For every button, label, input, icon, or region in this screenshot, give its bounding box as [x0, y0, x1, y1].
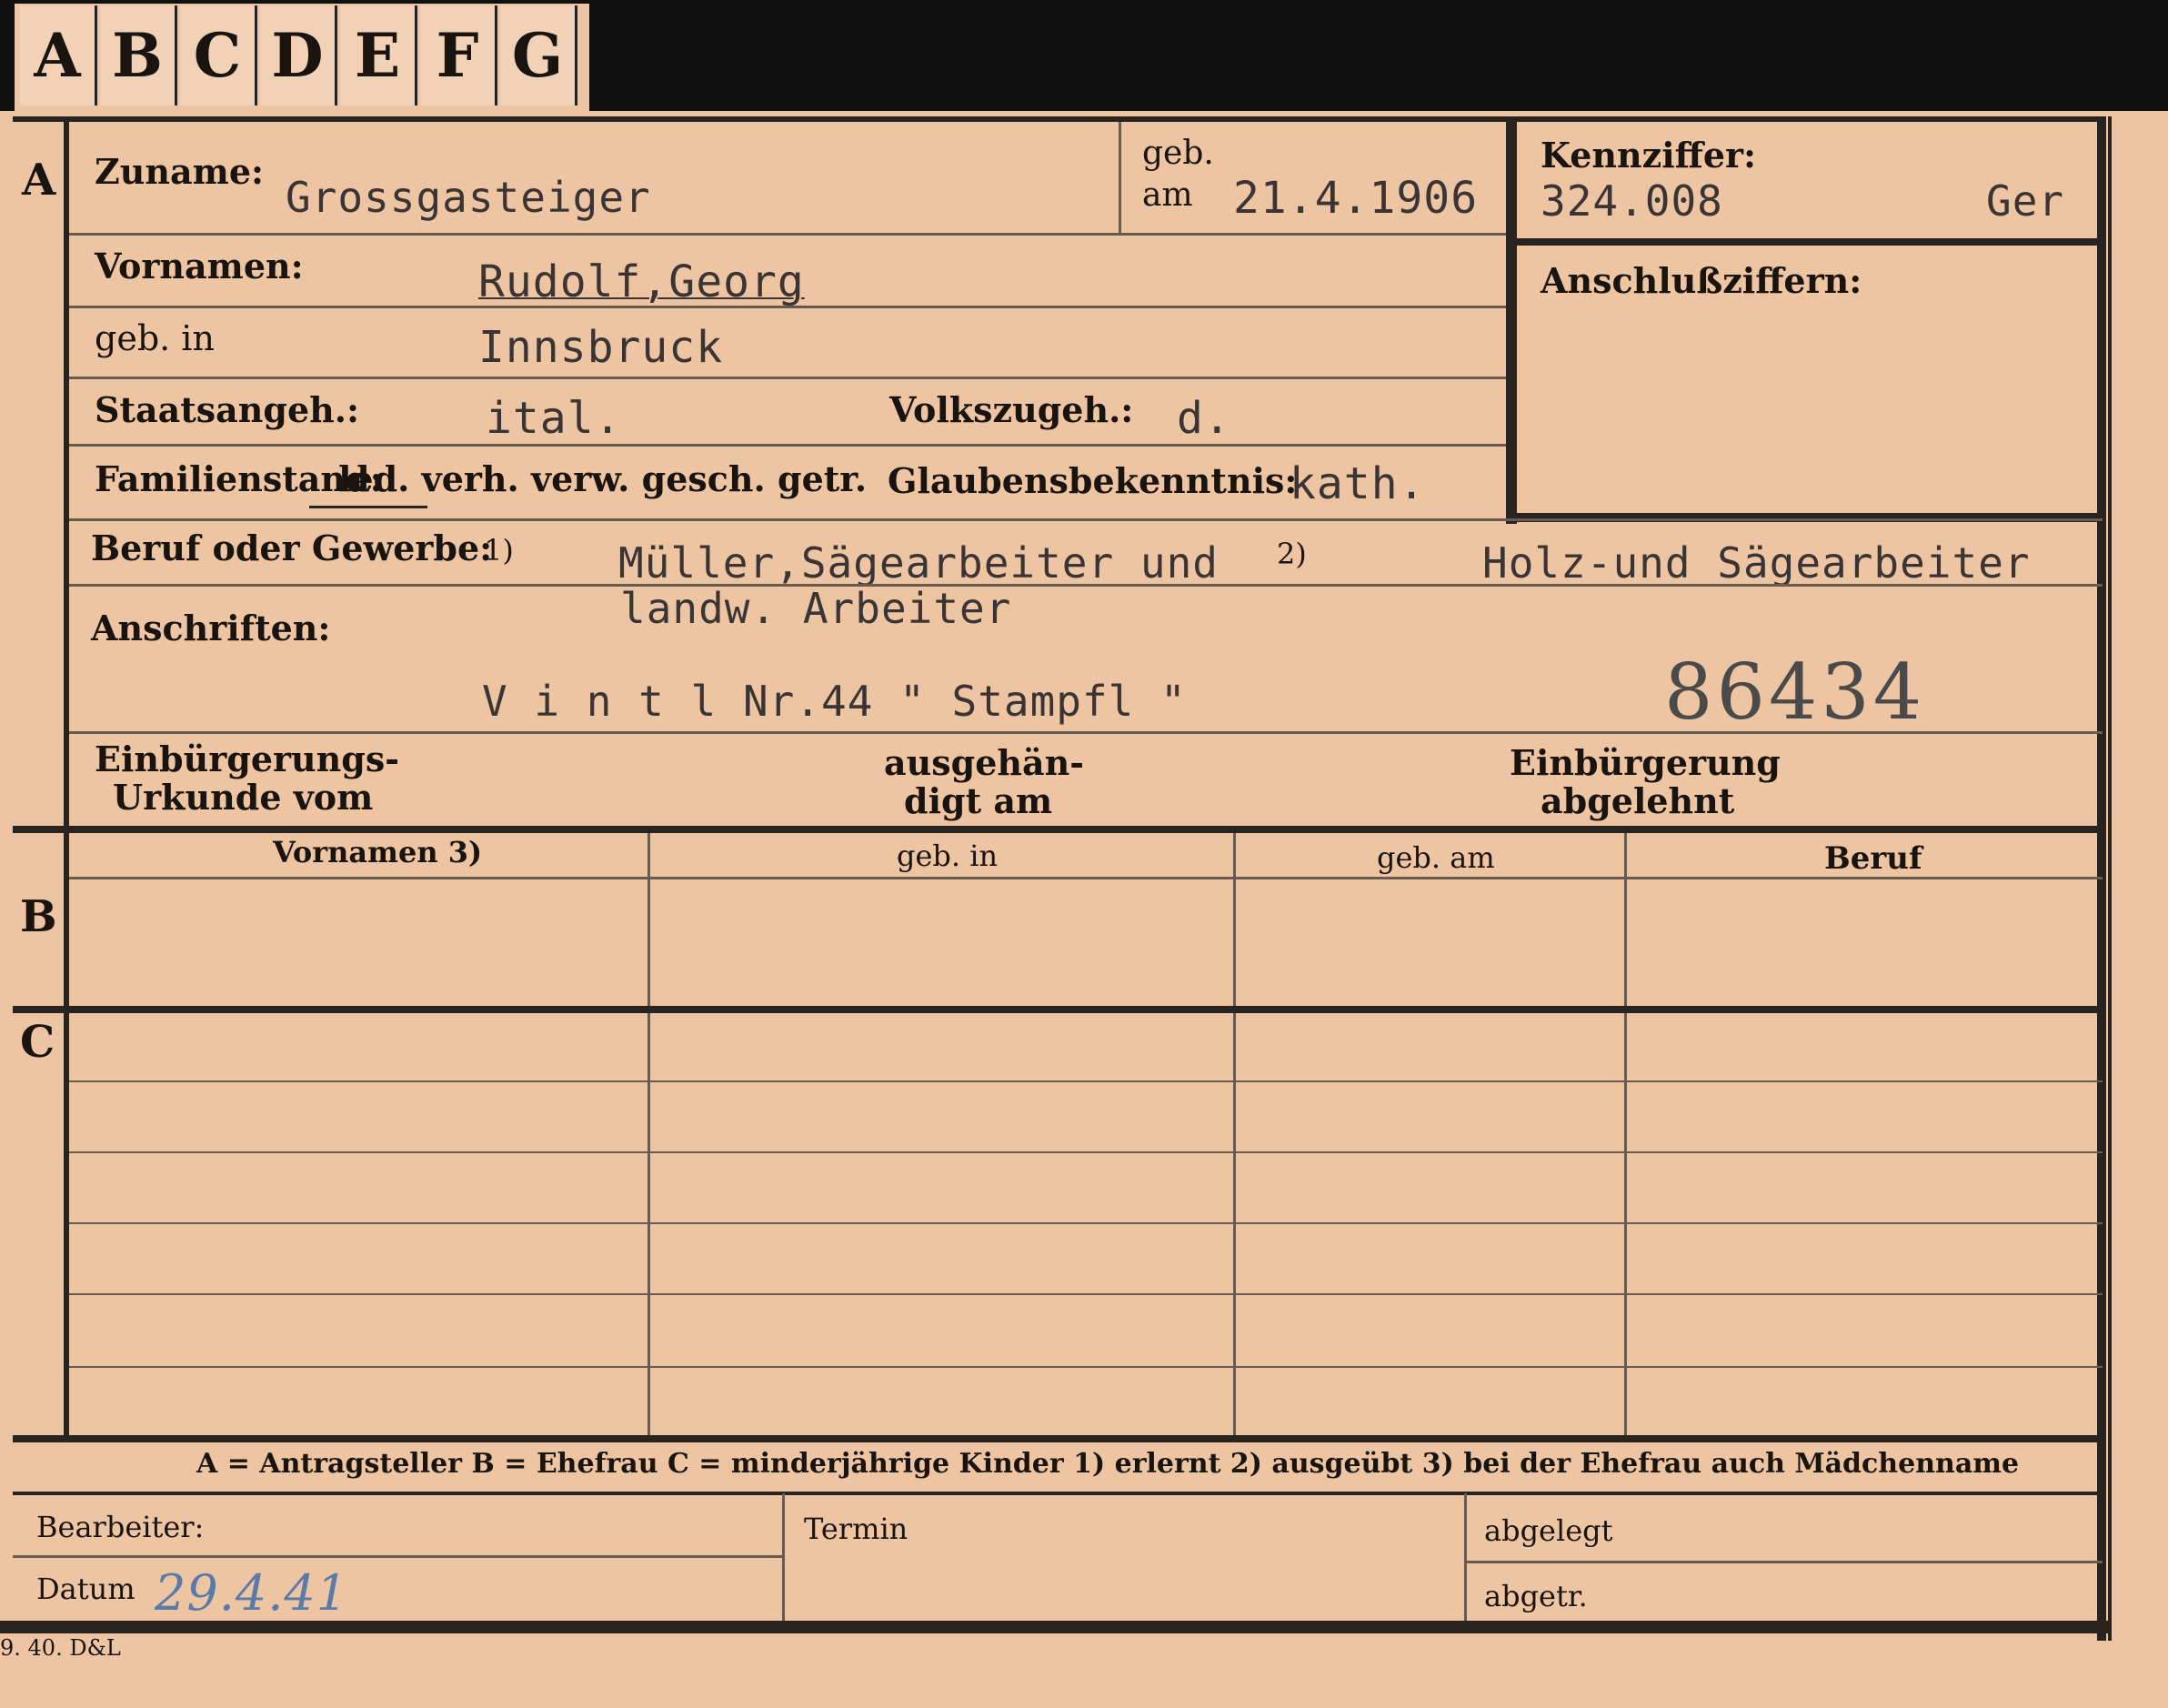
left-border-bc: [64, 826, 69, 1435]
surname-label: Zuname:: [95, 151, 265, 192]
left-border-a: [64, 116, 69, 826]
footer-divider-1: [782, 1493, 785, 1621]
born-label-1: geb.: [1142, 135, 1214, 172]
first-names-label: Vornamen:: [95, 246, 304, 286]
c-row-line-3: [69, 1222, 2103, 1224]
removed-label: abgetr.: [1484, 1579, 1588, 1613]
surname-vertical-divider: [1119, 122, 1121, 233]
handed-out-label-2: digt am: [904, 780, 1053, 821]
col-header-birthplace: geb. in: [897, 839, 999, 873]
index-tab-e[interactable]: E: [340, 5, 417, 105]
date-value: 29.4.41: [155, 1564, 349, 1622]
row-line-6: [69, 584, 2103, 587]
footer-divider-2: [1464, 1493, 1467, 1621]
c-row-line-2: [69, 1151, 2103, 1153]
section-b-top-border: [13, 826, 2103, 833]
row-line-7: [69, 731, 2103, 734]
row-line-4: [69, 444, 1506, 447]
section-b-marker: B: [20, 891, 57, 942]
born-label-2: am: [1142, 176, 1193, 214]
legend-bottom-border: [13, 1492, 2103, 1495]
footnote-1-ref: 1): [484, 533, 514, 568]
row-line-1: [69, 233, 1506, 236]
naturalization-doc-label-2: Urkunde vom: [113, 777, 374, 818]
footer-row-line-right: [1466, 1561, 2103, 1563]
address-value: V i n t l Nr.44 " Stampfl ": [482, 677, 1187, 726]
reference-box-left: [1506, 122, 1517, 524]
index-tab-d[interactable]: D: [260, 5, 337, 105]
reference-number: 324.008: [1541, 176, 1723, 226]
print-code: 9. 40. D&L: [0, 1635, 121, 1661]
marital-underline: [309, 506, 427, 508]
occupation-practised: Holz-und Sägearbeiter: [1482, 538, 2031, 588]
naturalization-refused-label-2: abgelehnt: [1541, 780, 1735, 821]
index-tab-a[interactable]: A: [20, 5, 97, 105]
naturalization-refused-label-1: Einbürgerung: [1510, 742, 1781, 783]
right-margin-paper: [2112, 116, 2168, 1708]
index-tab-g[interactable]: G: [500, 5, 577, 105]
c-row-line-1: [69, 1080, 2103, 1082]
c-row-line-4: [69, 1293, 2103, 1295]
occupation-learned: Müller,Sägearbeiter und: [618, 538, 1219, 588]
citizenship-label: Staatsangeh.:: [95, 389, 360, 430]
deadline-label: Termin: [804, 1512, 908, 1546]
occupation-label: Beruf oder Gewerbe:: [91, 527, 493, 568]
section-c-top-border: [13, 1006, 2103, 1013]
section-c-marker: C: [20, 1017, 55, 1068]
citizenship-value: ital.: [486, 393, 622, 444]
religion-value: kath.: [1290, 458, 1426, 509]
row-line-5: [69, 518, 2103, 521]
legend-top-border: [13, 1435, 2103, 1442]
birthplace-value: Innsbruck: [478, 322, 724, 373]
card-bottom-border: [0, 1621, 2112, 1633]
index-tab-c[interactable]: C: [180, 5, 257, 105]
footnote-2-ref: 2): [1277, 537, 1307, 571]
ethnicity-label: Volkszugeh.:: [889, 389, 1134, 430]
stamp-number: 86434: [1664, 648, 1926, 737]
footer-row-line-left: [13, 1555, 782, 1558]
legend-text: A = Antragsteller B = Ehefrau C = minder…: [196, 1448, 2020, 1480]
row-line-2: [69, 306, 1506, 308]
filed-label: abgelegt: [1484, 1513, 1613, 1548]
religion-label: Glaubensbekenntnis:: [888, 460, 1298, 501]
index-tab-b[interactable]: B: [100, 5, 177, 105]
index-tab-f[interactable]: F: [420, 5, 497, 105]
ethnicity-value: d.: [1177, 393, 1231, 444]
marital-options: led. verh. verw. gesch. getr.: [338, 458, 868, 499]
registration-card: A B C D E F G A Zuname: Grossgasteiger g…: [0, 0, 2168, 1708]
birthplace-label: geb. in: [95, 318, 215, 358]
col-header-birthdate: geb. am: [1377, 840, 1495, 875]
handed-out-label-1: ausgehän-: [884, 742, 1085, 783]
date-label: Datum: [36, 1572, 136, 1606]
addresses-label: Anschriften:: [91, 608, 331, 648]
col-header-first-names: Vornamen 3): [273, 835, 483, 869]
section-a-marker: A: [22, 155, 56, 206]
linked-numbers-label: Anschlußziffern:: [1541, 260, 1862, 301]
col-header-occupation: Beruf: [1824, 840, 1922, 877]
col-divider-3: [1624, 833, 1627, 1435]
top-border: [13, 116, 2104, 122]
naturalization-doc-label-1: Einbürgerungs-: [95, 738, 400, 779]
clerk-label: Bearbeiter:: [36, 1510, 205, 1544]
col-divider-2: [1233, 833, 1236, 1435]
born-date-value: 21.4.1906: [1233, 173, 1479, 224]
surname-value: Grossgasteiger: [286, 173, 651, 222]
first-names-value: Rudolf,Georg: [478, 256, 805, 307]
col-divider-1: [647, 833, 650, 1435]
row-line-3: [69, 377, 1506, 379]
reference-label: Kennziffer:: [1541, 135, 1757, 176]
reference-box-divider: [1513, 238, 2103, 246]
reference-suffix: Ger: [1986, 176, 2065, 226]
occupation-learned-line2: landw. Arbeiter: [620, 584, 1012, 633]
c-row-line-5: [69, 1366, 2103, 1368]
header-row-line: [69, 877, 2103, 879]
